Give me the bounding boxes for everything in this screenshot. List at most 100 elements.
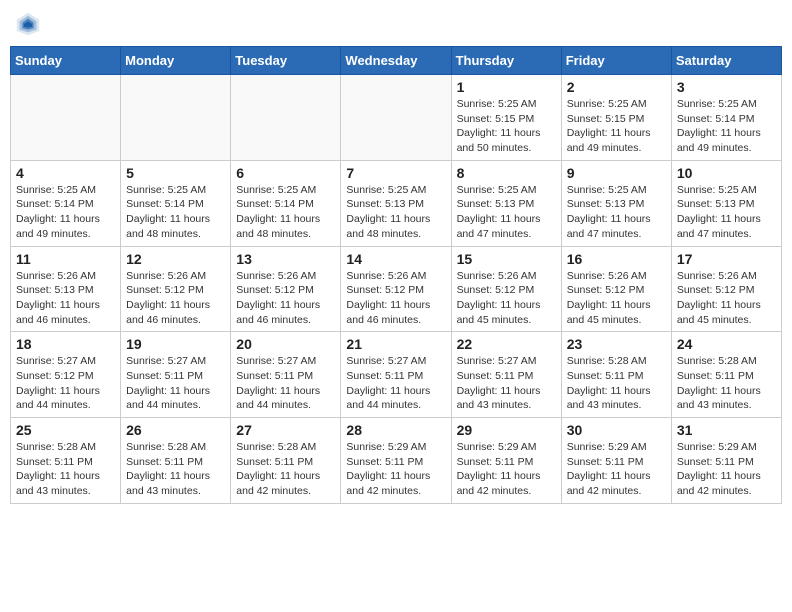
day-number: 15 xyxy=(457,251,556,267)
calendar-cell: 1 Sunrise: 5:25 AM Sunset: 5:15 PM Daylig… xyxy=(451,75,561,161)
calendar-cell: 16 Sunrise: 5:26 AM Sunset: 5:12 PM Dayli… xyxy=(561,246,671,332)
day-number: 25 xyxy=(16,422,115,438)
day-number: 8 xyxy=(457,165,556,181)
calendar-cell xyxy=(231,75,341,161)
day-info: Sunrise: 5:25 AM Sunset: 5:15 PM Dayligh… xyxy=(457,97,556,156)
calendar-cell: 18 Sunrise: 5:27 AM Sunset: 5:12 PM Dayli… xyxy=(11,332,121,418)
calendar-cell: 4 Sunrise: 5:25 AM Sunset: 5:14 PM Daylig… xyxy=(11,160,121,246)
day-number: 5 xyxy=(126,165,225,181)
day-info: Sunrise: 5:26 AM Sunset: 5:12 PM Dayligh… xyxy=(567,269,666,328)
header xyxy=(10,10,782,38)
day-info: Sunrise: 5:26 AM Sunset: 5:12 PM Dayligh… xyxy=(457,269,556,328)
day-info: Sunrise: 5:27 AM Sunset: 5:12 PM Dayligh… xyxy=(16,354,115,413)
day-number: 23 xyxy=(567,336,666,352)
day-number: 28 xyxy=(346,422,445,438)
day-info: Sunrise: 5:29 AM Sunset: 5:11 PM Dayligh… xyxy=(346,440,445,499)
day-info: Sunrise: 5:27 AM Sunset: 5:11 PM Dayligh… xyxy=(126,354,225,413)
day-number: 7 xyxy=(346,165,445,181)
calendar-cell: 30 Sunrise: 5:29 AM Sunset: 5:11 PM Dayli… xyxy=(561,418,671,504)
day-info: Sunrise: 5:27 AM Sunset: 5:11 PM Dayligh… xyxy=(236,354,335,413)
day-info: Sunrise: 5:26 AM Sunset: 5:12 PM Dayligh… xyxy=(126,269,225,328)
day-number: 26 xyxy=(126,422,225,438)
day-info: Sunrise: 5:28 AM Sunset: 5:11 PM Dayligh… xyxy=(567,354,666,413)
calendar-cell: 17 Sunrise: 5:26 AM Sunset: 5:12 PM Dayli… xyxy=(671,246,781,332)
day-number: 18 xyxy=(16,336,115,352)
day-number: 9 xyxy=(567,165,666,181)
calendar: SundayMondayTuesdayWednesdayThursdayFrid… xyxy=(10,46,782,504)
calendar-cell: 27 Sunrise: 5:28 AM Sunset: 5:11 PM Dayli… xyxy=(231,418,341,504)
day-info: Sunrise: 5:27 AM Sunset: 5:11 PM Dayligh… xyxy=(346,354,445,413)
day-number: 21 xyxy=(346,336,445,352)
calendar-cell: 5 Sunrise: 5:25 AM Sunset: 5:14 PM Daylig… xyxy=(121,160,231,246)
day-header-sunday: Sunday xyxy=(11,47,121,75)
day-info: Sunrise: 5:28 AM Sunset: 5:11 PM Dayligh… xyxy=(16,440,115,499)
day-info: Sunrise: 5:25 AM Sunset: 5:13 PM Dayligh… xyxy=(457,183,556,242)
day-number: 4 xyxy=(16,165,115,181)
day-number: 3 xyxy=(677,79,776,95)
day-number: 27 xyxy=(236,422,335,438)
calendar-cell: 21 Sunrise: 5:27 AM Sunset: 5:11 PM Dayli… xyxy=(341,332,451,418)
day-number: 12 xyxy=(126,251,225,267)
calendar-cell: 6Sunrise: 5:25 AM Sunset: 5:14 PM Daylig… xyxy=(231,160,341,246)
day-info: Sunrise: 5:25 AM Sunset: 5:14 PM Dayligh… xyxy=(677,97,776,156)
logo-icon xyxy=(14,10,42,38)
day-info: Sunrise: 5:28 AM Sunset: 5:11 PM Dayligh… xyxy=(126,440,225,499)
day-number: 30 xyxy=(567,422,666,438)
calendar-cell: 10Sunrise: 5:25 AM Sunset: 5:13 PM Dayli… xyxy=(671,160,781,246)
day-info: Sunrise: 5:25 AM Sunset: 5:13 PM Dayligh… xyxy=(677,183,776,242)
day-info: Sunrise: 5:25 AM Sunset: 5:14 PM Dayligh… xyxy=(16,183,115,242)
calendar-header-row: SundayMondayTuesdayWednesdayThursdayFrid… xyxy=(11,47,782,75)
calendar-cell: 20 Sunrise: 5:27 AM Sunset: 5:11 PM Dayli… xyxy=(231,332,341,418)
day-info: Sunrise: 5:29 AM Sunset: 5:11 PM Dayligh… xyxy=(457,440,556,499)
calendar-cell: 14Sunrise: 5:26 AM Sunset: 5:12 PM Dayli… xyxy=(341,246,451,332)
calendar-cell: 24Sunrise: 5:28 AM Sunset: 5:11 PM Dayli… xyxy=(671,332,781,418)
day-number: 17 xyxy=(677,251,776,267)
calendar-cell: 2Sunrise: 5:25 AM Sunset: 5:15 PM Daylig… xyxy=(561,75,671,161)
calendar-cell xyxy=(341,75,451,161)
calendar-cell: 31Sunrise: 5:29 AM Sunset: 5:11 PM Dayli… xyxy=(671,418,781,504)
week-row-5: 25 Sunrise: 5:28 AM Sunset: 5:11 PM Dayli… xyxy=(11,418,782,504)
calendar-cell: 28 Sunrise: 5:29 AM Sunset: 5:11 PM Dayli… xyxy=(341,418,451,504)
calendar-cell: 8 Sunrise: 5:25 AM Sunset: 5:13 PM Daylig… xyxy=(451,160,561,246)
day-info: Sunrise: 5:25 AM Sunset: 5:13 PM Dayligh… xyxy=(346,183,445,242)
day-info: Sunrise: 5:25 AM Sunset: 5:14 PM Dayligh… xyxy=(126,183,225,242)
day-info: Sunrise: 5:26 AM Sunset: 5:13 PM Dayligh… xyxy=(16,269,115,328)
calendar-cell xyxy=(11,75,121,161)
calendar-cell: 19 Sunrise: 5:27 AM Sunset: 5:11 PM Dayli… xyxy=(121,332,231,418)
calendar-cell: 15 Sunrise: 5:26 AM Sunset: 5:12 PM Dayli… xyxy=(451,246,561,332)
day-number: 14 xyxy=(346,251,445,267)
calendar-cell: 12 Sunrise: 5:26 AM Sunset: 5:12 PM Dayli… xyxy=(121,246,231,332)
day-header-wednesday: Wednesday xyxy=(341,47,451,75)
day-number: 20 xyxy=(236,336,335,352)
day-header-saturday: Saturday xyxy=(671,47,781,75)
day-number: 2 xyxy=(567,79,666,95)
calendar-cell: 9Sunrise: 5:25 AM Sunset: 5:13 PM Daylig… xyxy=(561,160,671,246)
day-info: Sunrise: 5:26 AM Sunset: 5:12 PM Dayligh… xyxy=(677,269,776,328)
day-number: 19 xyxy=(126,336,225,352)
calendar-cell xyxy=(121,75,231,161)
calendar-cell: 22 Sunrise: 5:27 AM Sunset: 5:11 PM Dayli… xyxy=(451,332,561,418)
day-number: 13 xyxy=(236,251,335,267)
calendar-cell: 29 Sunrise: 5:29 AM Sunset: 5:11 PM Dayli… xyxy=(451,418,561,504)
week-row-4: 18 Sunrise: 5:27 AM Sunset: 5:12 PM Dayli… xyxy=(11,332,782,418)
calendar-cell: 23 Sunrise: 5:28 AM Sunset: 5:11 PM Dayli… xyxy=(561,332,671,418)
day-info: Sunrise: 5:28 AM Sunset: 5:11 PM Dayligh… xyxy=(677,354,776,413)
week-row-2: 4 Sunrise: 5:25 AM Sunset: 5:14 PM Daylig… xyxy=(11,160,782,246)
calendar-cell: 13Sunrise: 5:26 AM Sunset: 5:12 PM Dayli… xyxy=(231,246,341,332)
day-number: 16 xyxy=(567,251,666,267)
day-header-tuesday: Tuesday xyxy=(231,47,341,75)
day-info: Sunrise: 5:28 AM Sunset: 5:11 PM Dayligh… xyxy=(236,440,335,499)
day-number: 22 xyxy=(457,336,556,352)
calendar-cell: 7 Sunrise: 5:25 AM Sunset: 5:13 PM Daylig… xyxy=(341,160,451,246)
day-number: 1 xyxy=(457,79,556,95)
calendar-cell: 11 Sunrise: 5:26 AM Sunset: 5:13 PM Dayli… xyxy=(11,246,121,332)
logo xyxy=(14,10,46,38)
day-info: Sunrise: 5:25 AM Sunset: 5:14 PM Dayligh… xyxy=(236,183,335,242)
day-header-monday: Monday xyxy=(121,47,231,75)
day-info: Sunrise: 5:27 AM Sunset: 5:11 PM Dayligh… xyxy=(457,354,556,413)
day-number: 29 xyxy=(457,422,556,438)
day-number: 11 xyxy=(16,251,115,267)
day-number: 31 xyxy=(677,422,776,438)
calendar-cell: 26 Sunrise: 5:28 AM Sunset: 5:11 PM Dayli… xyxy=(121,418,231,504)
day-info: Sunrise: 5:29 AM Sunset: 5:11 PM Dayligh… xyxy=(567,440,666,499)
